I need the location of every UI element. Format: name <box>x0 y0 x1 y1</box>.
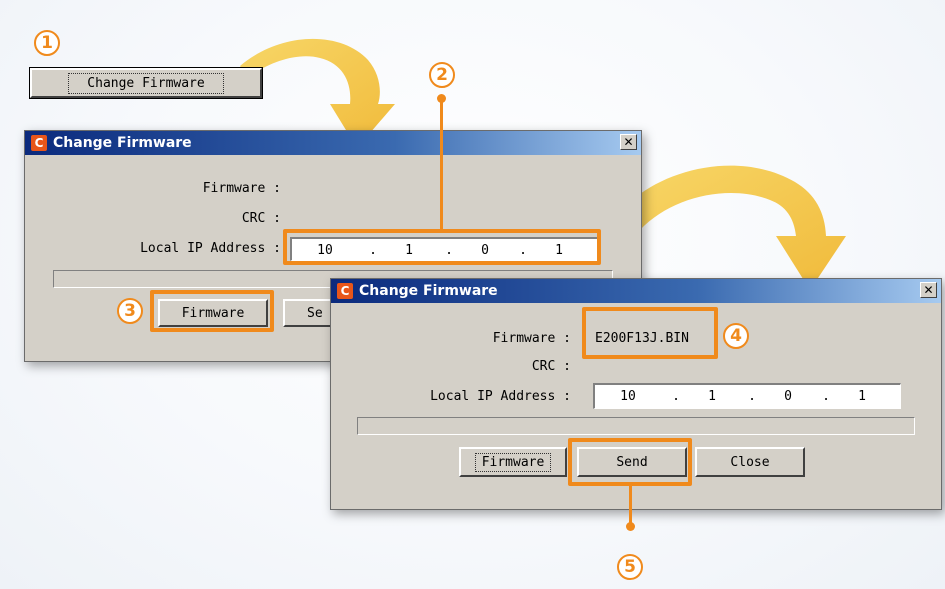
dialog-2-firmware-button[interactable]: Firmware <box>459 447 567 477</box>
highlight-firmware-value <box>582 307 718 359</box>
callout-4: 4 <box>723 323 749 349</box>
dialog-1-title: Change Firmware <box>53 135 192 151</box>
ip-octet: 10 <box>620 389 636 404</box>
callout-3: 3 <box>117 298 143 324</box>
ip-octet: 0 <box>784 389 792 404</box>
ip-octet: 1 <box>708 389 716 404</box>
app-icon: C <box>31 135 47 151</box>
callout-1: 1 <box>34 30 60 56</box>
ip-dot: . <box>748 389 756 404</box>
callout-2: 2 <box>429 62 455 88</box>
highlight-firmware-button <box>150 290 274 332</box>
app-icon: C <box>337 283 353 299</box>
dialog-2-progress-bar <box>357 417 915 435</box>
arrow-2-icon <box>622 165 846 290</box>
highlight-send-button <box>568 438 692 486</box>
dialog-2-firmware-label: Firmware : <box>492 331 571 346</box>
callout-5: 5 <box>617 554 643 580</box>
change-firmware-button-label: Change Firmware <box>68 72 224 94</box>
dialog-2-titlebar: C Change Firmware ✕ <box>331 279 941 303</box>
callout-5-pin <box>626 522 635 531</box>
dialog-1-titlebar: C Change Firmware ✕ <box>25 131 641 155</box>
ip-dot: . <box>822 389 830 404</box>
ip-octet: 1 <box>858 389 866 404</box>
dialog-2-ip-label: Local IP Address : <box>430 389 571 404</box>
highlight-ip-field <box>283 229 601 265</box>
dialog-2-close-button[interactable]: Close <box>695 447 805 477</box>
dialog-2-crc-label: CRC : <box>531 359 571 374</box>
ip-dot: . <box>672 389 680 404</box>
callout-5-leader <box>629 486 632 526</box>
dialog-2-ip-field[interactable]: 10 . 1 . 0 . 1 <box>593 383 901 409</box>
dialog-2-title: Change Firmware <box>359 283 498 299</box>
dialog-2-close-icon[interactable]: ✕ <box>920 282 937 298</box>
dialog-1-crc-label: CRC : <box>241 211 281 226</box>
change-firmware-button[interactable]: Change Firmware <box>29 67 263 99</box>
dialog-1-close-icon[interactable]: ✕ <box>620 134 637 150</box>
dialog-1-ip-label: Local IP Address : <box>140 241 281 256</box>
dialog-2-firmware-button-label: Firmware <box>474 452 552 472</box>
dialog-1-firmware-label: Firmware : <box>202 181 281 196</box>
callout-2-leader <box>440 100 443 230</box>
